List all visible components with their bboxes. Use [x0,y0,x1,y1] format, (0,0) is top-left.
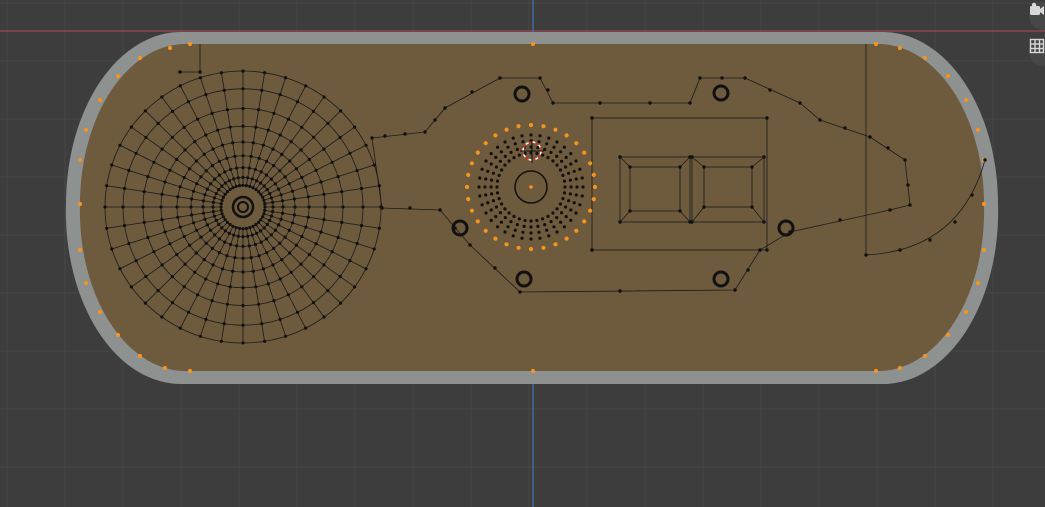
3d-viewport[interactable] [0,0,1045,507]
edit-mode-mesh-view[interactable] [0,0,1045,507]
